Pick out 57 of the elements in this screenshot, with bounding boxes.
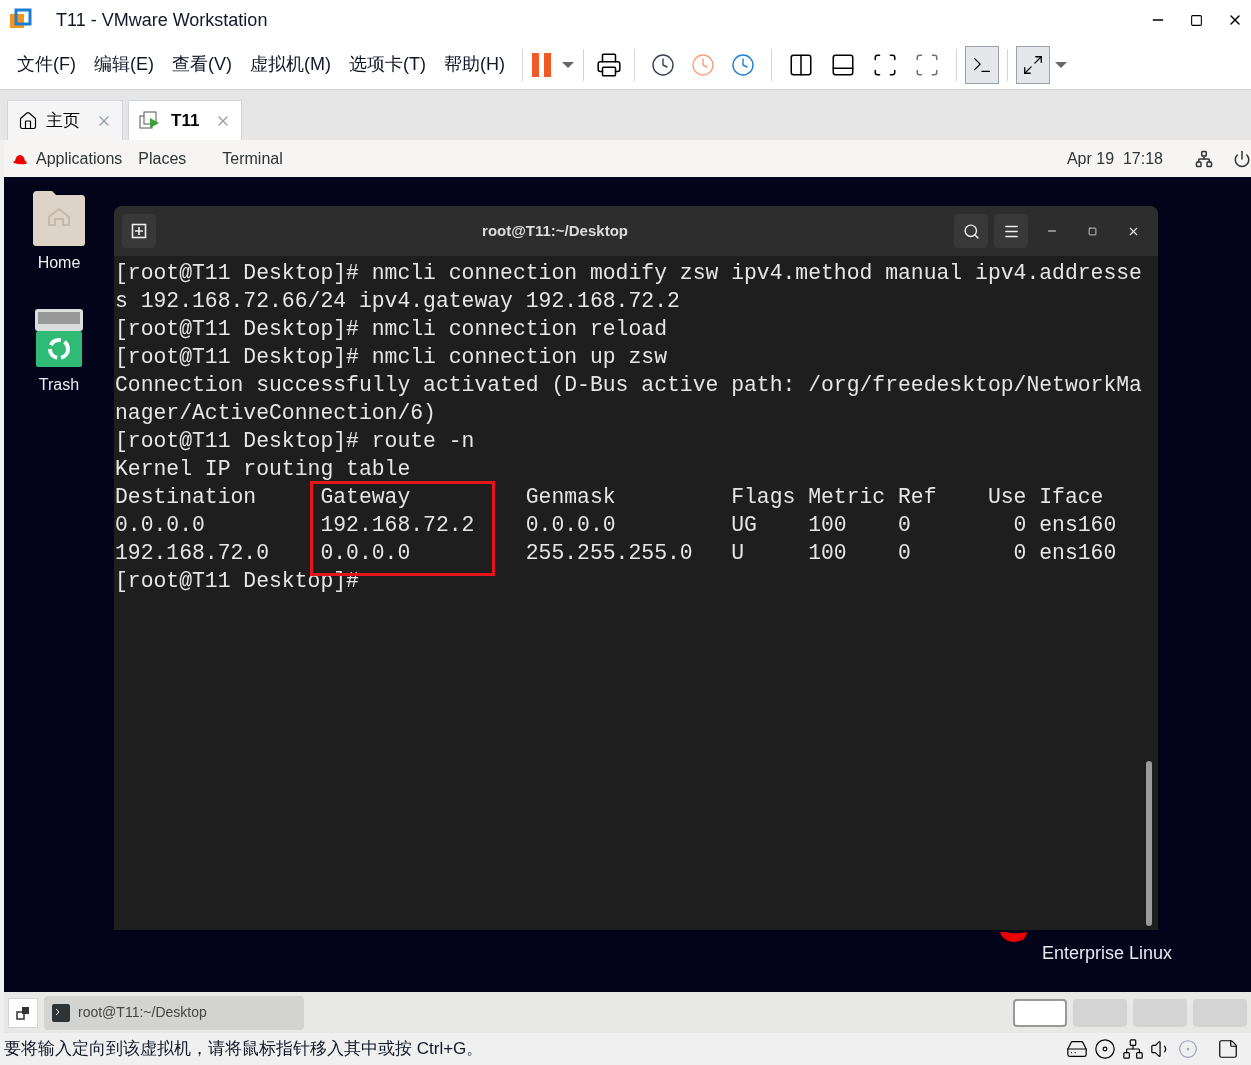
menu-item[interactable]: 帮助(H) [434,51,514,78]
power-icon[interactable] [1233,149,1251,168]
stretch-button[interactable] [1015,45,1050,84]
status-text: 要将输入定向到该虚拟机，请将鼠标指针移入其中或按 Ctrl+G。 [4,1038,485,1061]
menu-item[interactable]: 编辑(E) [85,51,163,78]
caret-icon[interactable] [560,59,575,70]
window-title: T11 - VMware Workstation [56,8,268,32]
search-button[interactable] [954,214,988,248]
taskbar-item[interactable]: root@T11:~/Desktop [44,995,304,1030]
tab[interactable]: 主页 [7,100,123,140]
search-icon [962,222,980,240]
terminal-line: nager/ActiveConnection/6) [115,400,436,427]
network-icon[interactable] [1122,1038,1144,1060]
new-tab-icon [131,223,147,239]
terminal-line: [root@T11 Desktop]# route -n [115,428,475,455]
terminal-line: 192.168.72.0 0.0.0.0 255.255.255.0 U 100 0 0 ens160 [115,540,1117,567]
app-menu[interactable]: Terminal [222,146,283,171]
places-menu[interactable]: Places [138,146,187,171]
terminal-line: [root@T11 Desktop]# nmcli connection up zsw [115,344,667,371]
sidebar-icon[interactable] [787,51,814,78]
new-tab-button[interactable] [122,214,156,248]
terminal-line: 0.0.0.0 192.168.72.2 0.0.0.0 UG 100 0 0 ens160 [115,512,1117,539]
console-button[interactable] [964,45,999,84]
workspace-thumbnail[interactable] [1013,998,1067,1027]
cd-icon[interactable] [1094,1038,1116,1060]
maximize-icon[interactable] [1190,13,1203,27]
terminal-line: Kernel IP routing table [115,456,411,483]
show-desktop-button[interactable] [8,997,38,1028]
terminal-line: Destination Gateway Genmask Flags Metric Ref Use Iface [115,484,1104,511]
network-icon[interactable] [1195,149,1213,168]
thumbnail-bar-icon[interactable] [829,51,856,78]
windows-icon [16,1005,30,1020]
scrollbar[interactable] [1146,761,1152,926]
branding-text: Enterprise Linux [1042,942,1173,965]
redhat-icon [12,152,28,165]
stretch-icon [1021,53,1044,76]
redhat-logo-icon [999,932,1027,942]
applications-menu[interactable]: Applications [36,146,123,171]
terminal-line: [root@T11 Desktop]# [115,568,360,595]
clock[interactable]: Apr 19 17:18 [1066,146,1163,171]
menu-item[interactable]: 查看(V) [163,51,241,78]
terminal-line: Connection successfully activated (D-Bus active path: /org/freedesktop/NetworkMa [115,372,1142,399]
terminal-title: root@T11:~/Desktop [481,220,629,241]
terminal-line: [root@T11 Desktop]# nmcli connection reload [115,316,667,343]
menu-item[interactable]: 选项卡(T) [339,51,435,78]
terminal-line: [root@T11 Desktop]# nmcli connection modify zsw ipv4.method manual ipv4.addresse [115,260,1142,287]
caret-icon[interactable] [1053,59,1068,70]
terminal-icon [52,1003,70,1022]
menu-item[interactable]: 虚拟机(M) [241,51,340,78]
message-icon[interactable] [1217,1038,1239,1060]
pause-icon[interactable] [530,51,553,78]
fullscreen-icon[interactable] [871,51,898,78]
menu-button[interactable] [994,214,1028,248]
tab[interactable]: T11 [128,100,243,140]
terminal-line: s 192.168.72.66/24 ipv4.gateway 192.168.72.2 [115,288,680,315]
menu-item[interactable]: 文件(F) [8,51,85,78]
home-icon [18,110,38,131]
